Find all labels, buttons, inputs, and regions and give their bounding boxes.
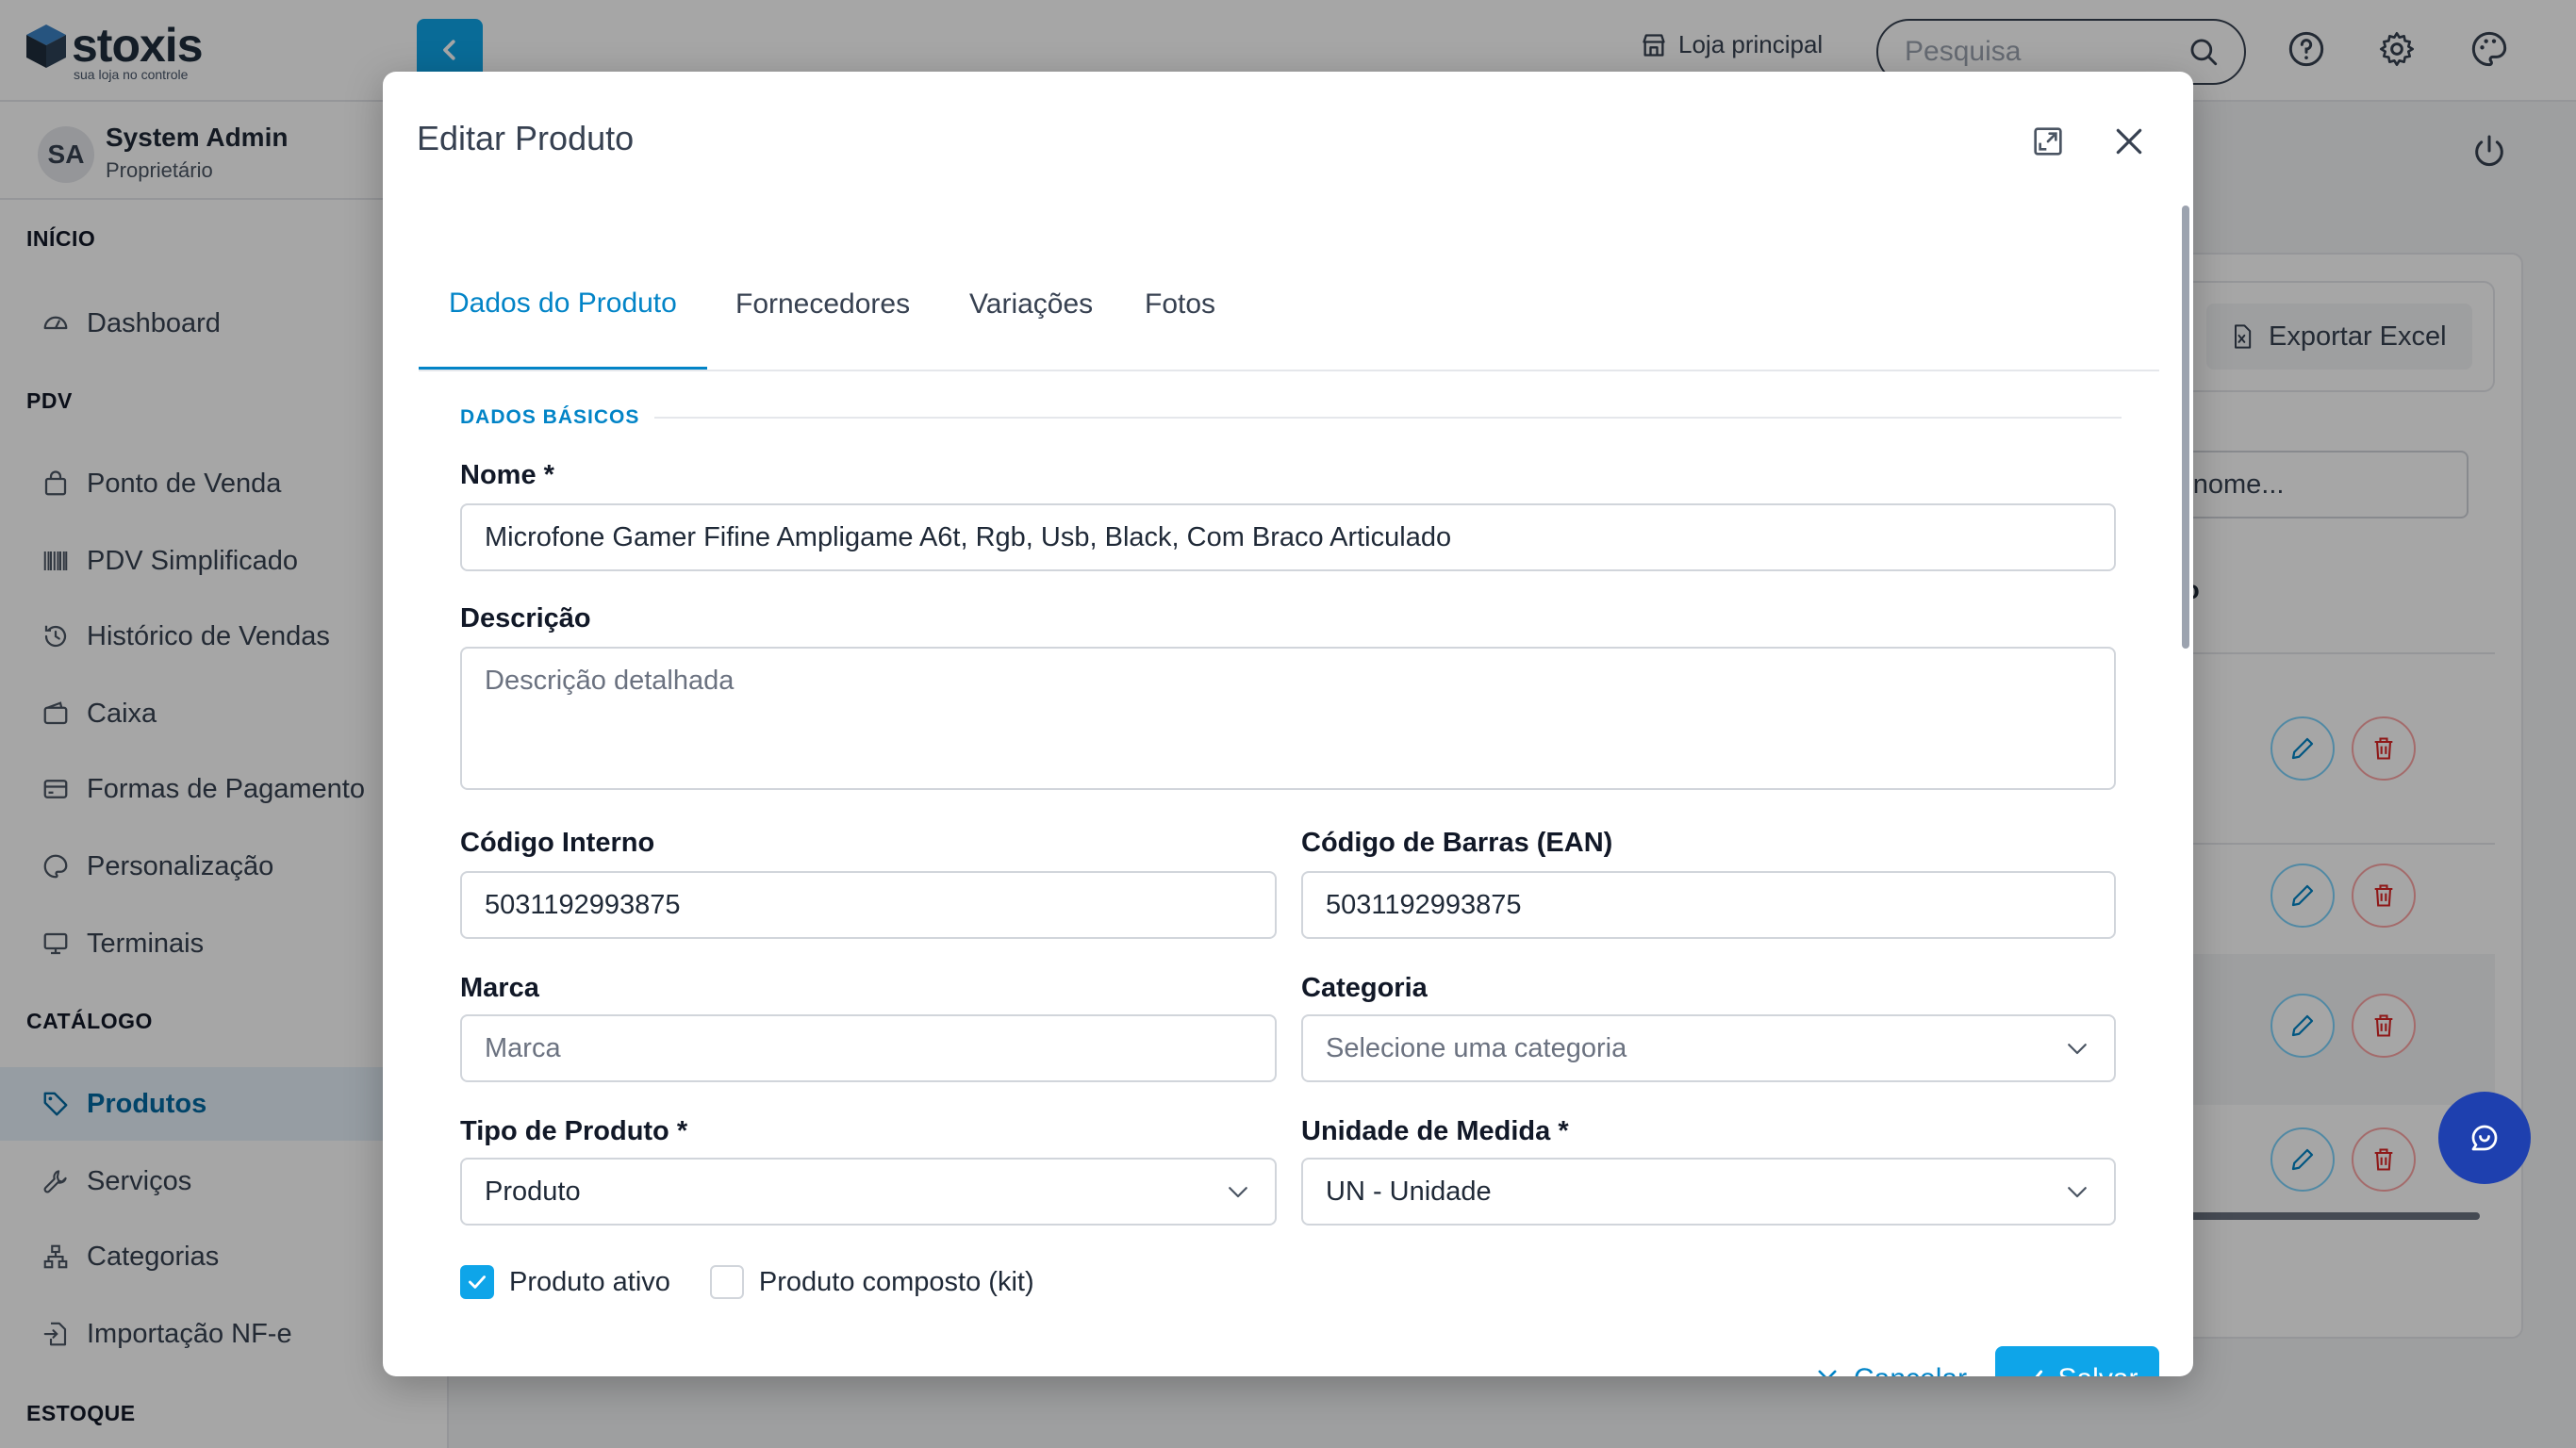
descricao-label: Descrição <box>460 603 591 634</box>
check-icon <box>2036 1370 2043 1376</box>
chat-bubble-icon <box>2471 1125 2498 1151</box>
cancel-button[interactable]: Cancelar <box>1807 1346 1974 1376</box>
codigo-barras-input[interactable]: 5031192993875 <box>1301 871 2116 939</box>
save-label: Salvar <box>2057 1363 2138 1376</box>
chevron-down-icon <box>2068 1187 2087 1198</box>
chevron-down-icon <box>1229 1187 1247 1198</box>
categoria-select[interactable]: Selecione uma categoria <box>1301 1014 2116 1082</box>
codigo-interno-label: Código Interno <box>460 828 655 858</box>
marca-placeholder: Marca <box>485 1032 561 1063</box>
nome-input[interactable]: Microfone Gamer Fifine Ampligame A6t, Rg… <box>460 503 2116 571</box>
nome-label: Nome * <box>460 460 554 490</box>
section-divider <box>654 417 2122 419</box>
cancel-label: Cancelar <box>1854 1363 1967 1376</box>
modal-title: Editar Produto <box>417 119 635 157</box>
codigo-barras-value: 5031192993875 <box>1326 889 1522 920</box>
expand-icon[interactable] <box>2029 123 2067 160</box>
chat-button[interactable] <box>2438 1092 2531 1184</box>
produto-ativo-label[interactable]: Produto ativo <box>509 1267 670 1298</box>
tab-variacoes[interactable]: Variações <box>939 239 1123 370</box>
edit-product-modal: Editar Produto Dados do Produto Forneced… <box>383 72 2193 1376</box>
codigo-barras-label: Código de Barras (EAN) <box>1301 828 1613 858</box>
marca-input[interactable]: Marca <box>460 1014 1277 1082</box>
tab-dados-produto[interactable]: Dados do Produto <box>419 239 707 370</box>
save-button[interactable]: Salvar <box>1995 1346 2159 1376</box>
modal-tabs: Dados do Produto Fornecedores Variações … <box>419 239 2159 371</box>
tipo-produto-value: Produto <box>485 1176 581 1207</box>
codigo-interno-value: 5031192993875 <box>485 889 681 920</box>
modal-scrollbar[interactable] <box>2182 206 2189 649</box>
tab-fotos[interactable]: Fotos <box>1115 239 1246 370</box>
close-icon[interactable] <box>2110 123 2148 160</box>
unidade-medida-value: UN - Unidade <box>1326 1176 1492 1207</box>
codigo-interno-input[interactable]: 5031192993875 <box>460 871 1277 939</box>
chevron-down-icon <box>2068 1044 2087 1055</box>
close-icon <box>1818 1370 1837 1376</box>
tab-fornecedores[interactable]: Fornecedores <box>705 239 940 370</box>
descricao-placeholder: Descrição detalhada <box>485 666 735 696</box>
marca-label: Marca <box>460 973 539 1003</box>
categoria-placeholder: Selecione uma categoria <box>1326 1032 1627 1063</box>
produto-composto-checkbox[interactable] <box>709 1265 744 1299</box>
check-icon <box>469 1275 486 1289</box>
checkbox-row: Produto ativo Produto composto (kit) <box>460 1265 1034 1299</box>
unidade-medida-select[interactable]: UN - Unidade <box>1301 1158 2116 1226</box>
tipo-produto-select[interactable]: Produto <box>460 1158 1277 1226</box>
produto-composto-label[interactable]: Produto composto (kit) <box>759 1267 1034 1298</box>
section-label: DADOS BÁSICOS <box>460 406 640 428</box>
descricao-textarea[interactable]: Descrição detalhada <box>460 647 2116 790</box>
produto-ativo-checkbox[interactable] <box>460 1265 494 1299</box>
section-header: DADOS BÁSICOS <box>460 403 2122 432</box>
tipo-produto-label: Tipo de Produto * <box>460 1116 688 1146</box>
categoria-label: Categoria <box>1301 973 1428 1003</box>
nome-value: Microfone Gamer Fifine Ampligame A6t, Rg… <box>485 521 1452 552</box>
unidade-medida-label: Unidade de Medida * <box>1301 1116 1569 1146</box>
